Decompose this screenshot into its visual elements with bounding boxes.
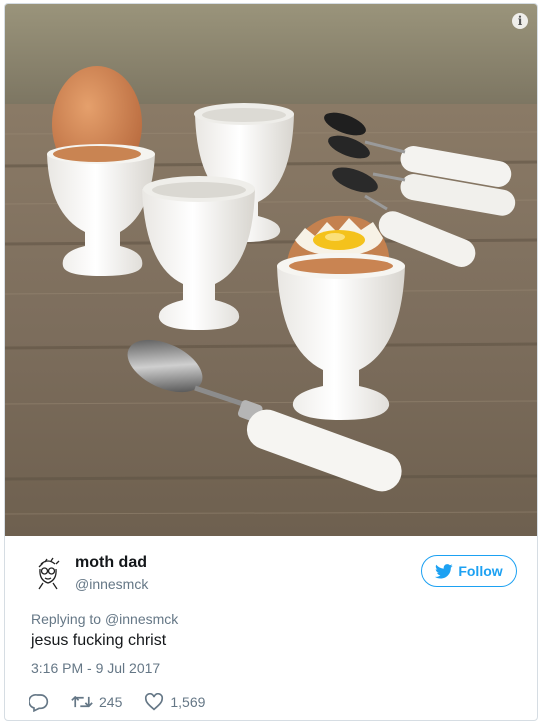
info-icon[interactable]: i: [512, 13, 528, 29]
tweet-author: moth dad @innesmck Follow: [31, 552, 517, 598]
follow-button[interactable]: Follow: [421, 555, 517, 587]
replying-prefix: Replying to: [31, 611, 105, 627]
reply-button[interactable]: [29, 693, 49, 712]
replying-mention[interactable]: @innesmck: [105, 611, 178, 627]
retweet-count: 245: [99, 694, 123, 710]
tweet-timestamp[interactable]: 3:16 PM - 9 Jul 2017: [31, 660, 160, 676]
tweet-actions: 245 1,569: [29, 691, 205, 713]
follow-label: Follow: [458, 563, 503, 579]
tweet-photo[interactable]: i: [5, 4, 537, 536]
heart-icon: [145, 693, 164, 711]
replying-to: Replying to @innesmck: [31, 611, 178, 627]
reply-icon: [29, 693, 49, 712]
retweet-button[interactable]: 245: [71, 694, 122, 710]
like-count: 1,569: [170, 694, 206, 710]
twitter-bird-icon: [435, 563, 454, 578]
like-button[interactable]: 1,569: [144, 693, 205, 711]
egg-cups-photo: [5, 4, 537, 536]
author-handle[interactable]: @innesmck: [75, 576, 148, 592]
avatar[interactable]: [31, 556, 65, 590]
tweet-card: i moth dad @innesmck Follow Replying to …: [4, 3, 538, 721]
tweet-text: jesus fucking christ: [31, 632, 167, 649]
retweet-icon: [71, 696, 93, 708]
author-name[interactable]: moth dad: [75, 554, 147, 572]
